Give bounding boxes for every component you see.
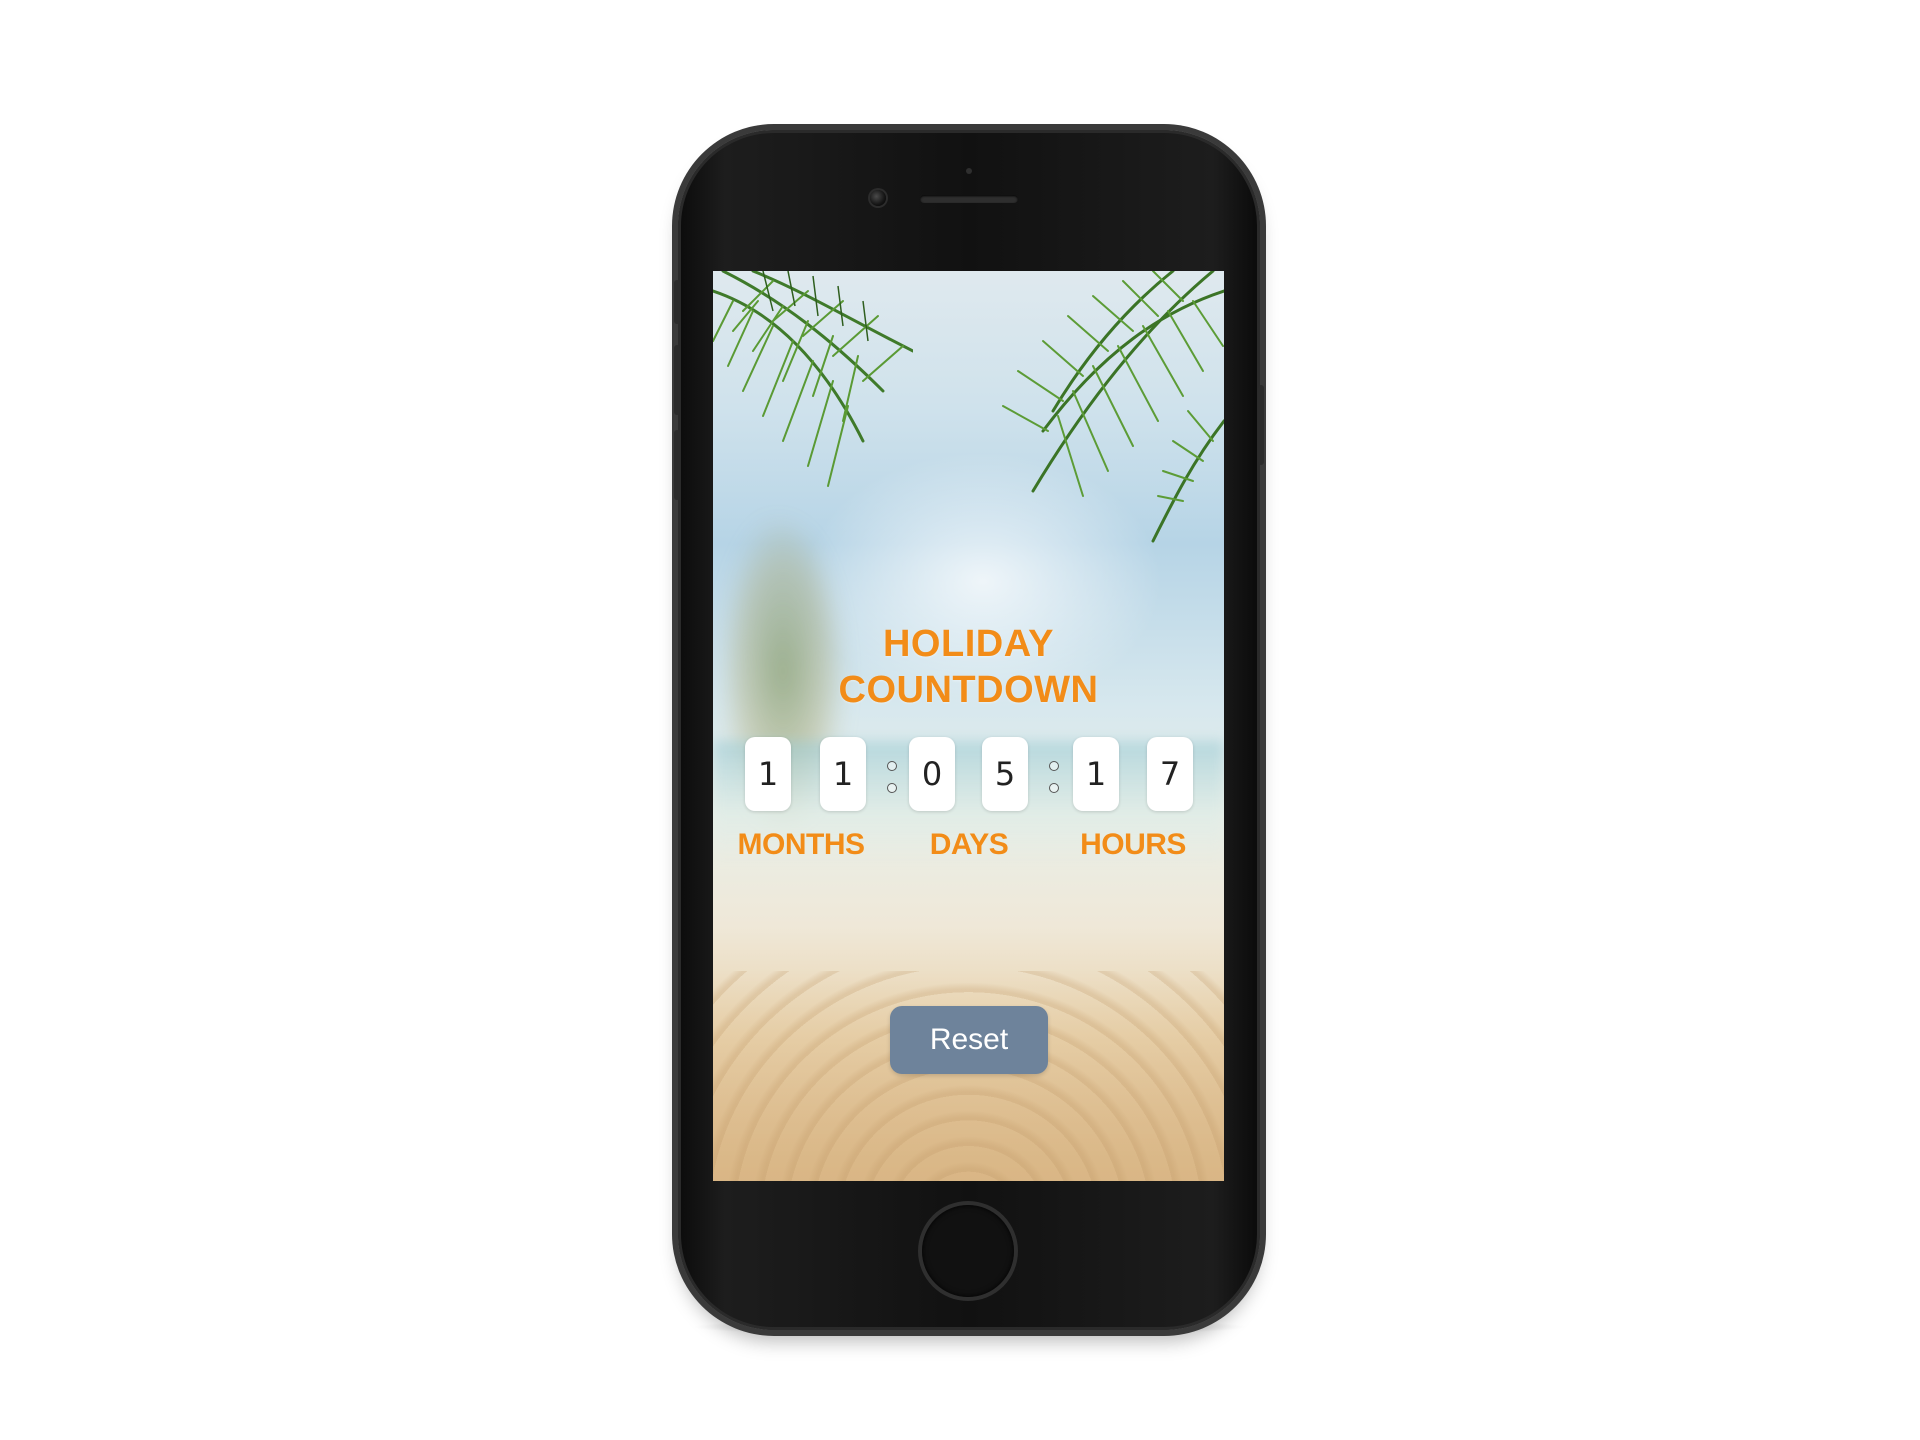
stage: HOLIDAY COUNTDOWN 1 1 0 5 1 7 MONTHS DAY… bbox=[0, 0, 1920, 1440]
home-button-icon[interactable] bbox=[922, 1205, 1014, 1297]
hours-digit-1: 1 bbox=[1073, 737, 1119, 811]
separator-dot-top bbox=[887, 761, 897, 771]
days-label: DAYS bbox=[929, 828, 1009, 861]
months-digit-2: 1 bbox=[820, 737, 866, 811]
reset-button[interactable]: Reset bbox=[890, 1006, 1048, 1074]
proximity-sensor-icon bbox=[966, 168, 972, 174]
earpiece-speaker-icon bbox=[920, 195, 1018, 203]
volume-down-button bbox=[674, 430, 680, 500]
title-line-1: HOLIDAY bbox=[882, 623, 1054, 665]
days-digit-2: 5 bbox=[982, 737, 1028, 811]
sand-texture bbox=[713, 971, 1224, 1181]
separator-dot-bottom bbox=[887, 783, 897, 793]
separator-dot-top bbox=[1049, 761, 1059, 771]
months-digit-1: 1 bbox=[745, 737, 791, 811]
separator-dot-bottom bbox=[1049, 783, 1059, 793]
palm-leaves-left-icon bbox=[713, 271, 913, 487]
front-camera-icon bbox=[870, 190, 886, 206]
volume-up-button bbox=[674, 345, 680, 415]
mute-switch bbox=[674, 280, 680, 324]
hours-digit-2: 7 bbox=[1147, 737, 1193, 811]
hours-label: HOURS bbox=[1080, 828, 1186, 861]
days-digit-1: 0 bbox=[909, 737, 955, 811]
title-line-2: COUNTDOWN bbox=[838, 669, 1099, 711]
app-screen: HOLIDAY COUNTDOWN 1 1 0 5 1 7 MONTHS DAY… bbox=[713, 271, 1224, 1181]
months-label: MONTHS bbox=[737, 828, 866, 861]
power-button bbox=[1258, 385, 1264, 465]
palm-leaves-right-icon bbox=[1002, 271, 1224, 543]
